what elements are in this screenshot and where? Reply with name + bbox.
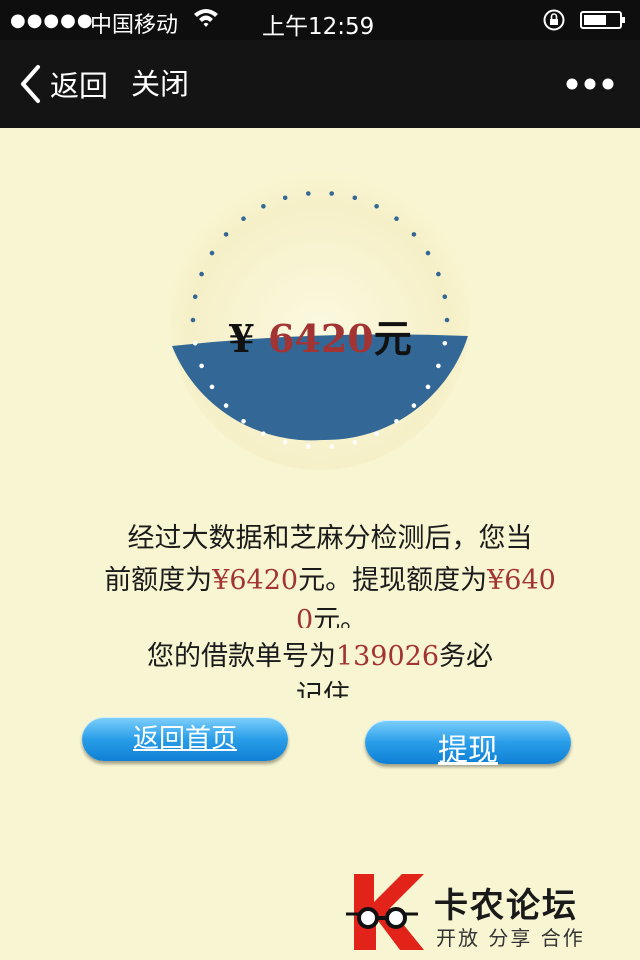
withdraw-button-label: 提现: [438, 733, 498, 768]
chevron-left-icon: [21, 65, 40, 103]
gauge-dot: [192, 294, 198, 299]
gauge-dot: [352, 439, 358, 445]
nav-bar: 返回 关闭: [0, 40, 640, 128]
gauge-dot: [282, 439, 288, 445]
gauge-dot: [241, 419, 246, 424]
gauge-dot: [442, 294, 448, 299]
gauge-dot: [394, 216, 399, 221]
credit-amount: ¥ 6420元: [0, 308, 640, 363]
forum-watermark: 卡农论坛 开放 分享 合作: [344, 872, 634, 952]
amount-unit: 元: [373, 316, 412, 361]
gauge-dot: [223, 403, 229, 408]
message-line-2: 前额度为¥6420元。提现额度为¥640: [104, 565, 556, 596]
currency-symbol: ¥: [228, 316, 268, 361]
gauge-dot: [436, 271, 441, 277]
loan-number-line: 您的借款单号为139026务必: [146, 641, 494, 672]
rotation-lock-icon: [543, 9, 565, 31]
withdraw-button[interactable]: 提现: [365, 720, 571, 768]
forum-slogan: 开放 分享 合作: [436, 926, 585, 950]
gauge-dot: [199, 271, 204, 277]
gauge-dot: [329, 191, 334, 196]
back-label: 返回: [50, 69, 109, 103]
gauge-dot: [394, 419, 399, 424]
home-button[interactable]: 返回首页: [82, 717, 288, 761]
amount-value: 6420: [267, 316, 374, 361]
gauge-dot: [436, 363, 441, 369]
forum-name: 卡农论坛: [434, 886, 578, 926]
status-bar: ●●●●● 中国移动 上午12:59: [0, 0, 640, 40]
gauge-dot: [374, 204, 379, 209]
withdraw-limit-value: ¥640: [487, 565, 556, 596]
gauge-dot: [306, 444, 311, 449]
gauge-dot: [209, 384, 215, 390]
home-button-label: 返回首页: [132, 724, 237, 754]
message-line-3: 0元。: [296, 605, 368, 628]
credit-limit-value: ¥6420: [212, 565, 299, 596]
loan-number: 139026: [335, 641, 440, 672]
gauge-dot: [329, 444, 334, 449]
remember-text: 记住: [296, 680, 350, 698]
result-message: 经过大数据和芝麻分检测后，您当 前额度为¥6420元。提现额度为¥640: [80, 518, 580, 602]
gauge-dot: [352, 195, 358, 201]
back-button[interactable]: 返回: [18, 62, 108, 106]
signal-strength-icon: ●●●●●: [10, 10, 94, 31]
message-line-1: 经过大数据和芝麻分检测后，您当: [127, 523, 533, 554]
gauge-dot: [209, 250, 215, 256]
gauge-dot: [223, 232, 229, 237]
gauge-dot: [261, 204, 266, 209]
gauge-dot: [306, 191, 311, 196]
carrier-name: 中国移动: [90, 13, 179, 38]
gauge-dot: [241, 216, 246, 221]
gauge-dot: [411, 232, 417, 237]
gauge-dot: [261, 431, 266, 437]
wifi-icon: [194, 9, 218, 27]
gauge-dot: [411, 403, 417, 408]
status-time: 上午12:59: [262, 14, 375, 40]
gauge-dot: [199, 363, 204, 369]
battery-icon: [580, 11, 625, 29]
close-button[interactable]: 关闭: [131, 62, 189, 106]
gauge-dot: [425, 384, 431, 390]
gauge-dot: [374, 431, 379, 437]
more-options-icon[interactable]: [564, 70, 616, 98]
gauge-dot: [425, 250, 431, 256]
forum-logo-icon: [346, 874, 424, 950]
gauge-dot: [282, 195, 288, 201]
